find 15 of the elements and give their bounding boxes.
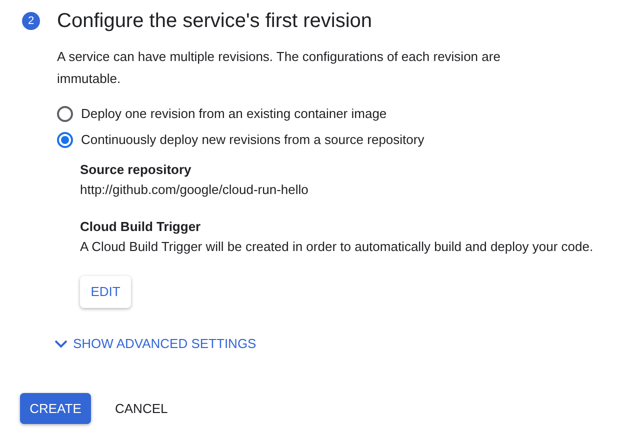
section-description: A service can have multiple revisions. The configurations of each revision are immutable. <box>57 48 502 88</box>
trigger-description: A Cloud Build Trigger will be created in order to automatically build and deploy your code. <box>80 238 594 256</box>
edit-button[interactable]: EDIT <box>80 276 131 308</box>
radio-button[interactable] <box>57 132 73 148</box>
radio-label: Deploy one revision from an existing container image <box>81 105 387 123</box>
radio-label: Continuously deploy new revisions from a source repository <box>81 131 424 149</box>
cancel-button[interactable]: CANCEL <box>103 393 180 424</box>
step-number-badge: 2 <box>22 12 40 30</box>
field-heading: Source repository <box>80 161 192 179</box>
show-advanced-settings-link[interactable]: SHOW ADVANCED SETTINGS <box>54 335 256 353</box>
create-button[interactable]: CREATE <box>20 393 91 424</box>
field-heading: Cloud Build Trigger <box>80 218 202 236</box>
radio-button[interactable] <box>57 106 73 122</box>
repository-url: http://github.com/google/cloud-run-hello <box>80 181 310 199</box>
section-title: Configure the service's first revision <box>57 9 372 33</box>
